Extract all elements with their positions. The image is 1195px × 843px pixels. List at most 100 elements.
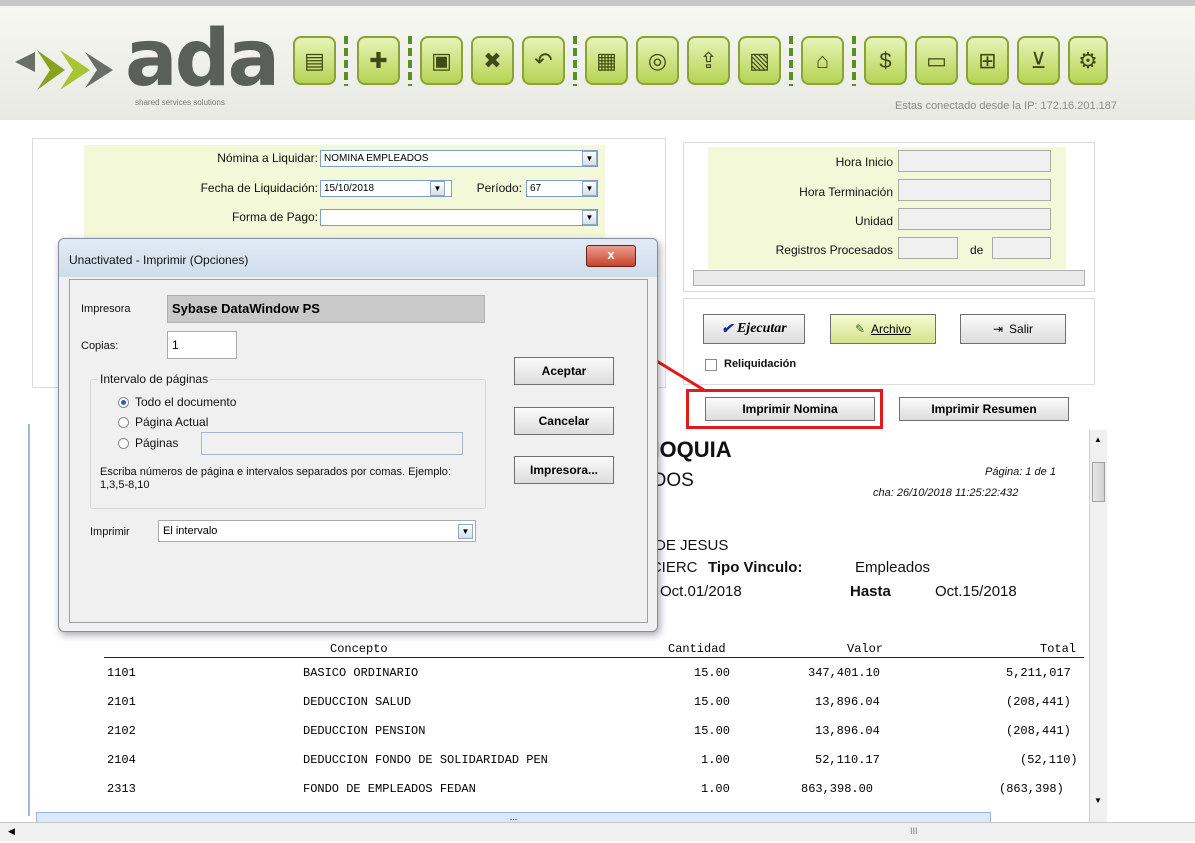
salir-button[interactable]: ⇥ Salir xyxy=(960,314,1066,344)
aceptar-button[interactable]: Aceptar xyxy=(514,357,614,385)
preview-icon[interactable]: ◎ xyxy=(636,36,679,85)
page-number: Página: 1 de 1 xyxy=(985,466,1056,478)
row-code: 2313 xyxy=(107,782,136,796)
row-valor: 52,110.17 xyxy=(815,753,880,767)
row-cantidad: 15.00 xyxy=(694,724,731,738)
desde-value: Oct.01/2018 xyxy=(660,583,742,600)
copias-input[interactable]: 1 xyxy=(167,331,237,359)
undo-icon[interactable]: ↶ xyxy=(522,36,565,85)
row-code: 2101 xyxy=(107,695,136,709)
row-valor: 347,401.10 xyxy=(808,666,881,680)
scroll-down-icon[interactable]: ▼ xyxy=(1094,796,1102,805)
chevron-down-icon[interactable]: ▼ xyxy=(582,151,597,166)
save-icon[interactable]: ▣ xyxy=(420,36,463,85)
registros-label: Registros Procesados xyxy=(775,243,893,257)
row-total: (863,398) xyxy=(999,782,1064,796)
header-concepto: Concepto xyxy=(330,642,388,656)
export-icon[interactable]: ⇪ xyxy=(687,36,730,85)
row-concepto: FONDO DE EMPLEADOS FEDAN xyxy=(303,782,476,796)
copias-label: Copias: xyxy=(81,340,119,352)
fecha-label: Fecha de Liquidación: xyxy=(200,181,318,195)
header-divider xyxy=(104,657,1084,658)
new-doc-icon[interactable]: ✚ xyxy=(357,36,400,85)
intervalo-label: Intervalo de páginas xyxy=(98,372,211,386)
archivo-button[interactable]: ✎ Archivo xyxy=(830,314,936,344)
check-icon: ✔ xyxy=(721,321,733,337)
row-concepto: BASICO ORDINARIO xyxy=(303,666,419,680)
edit-check-icon: ✎ xyxy=(854,322,866,336)
dialog-titlebar: Unactivated - Imprimir (Opciones) x xyxy=(59,239,657,277)
hora-inicio-label: Hora Inicio xyxy=(835,155,893,169)
imprimir-label: Imprimir xyxy=(90,526,130,538)
registros-total-field xyxy=(992,237,1051,259)
hora-inicio-field xyxy=(898,150,1051,172)
dialog-title: Unactivated - Imprimir (Opciones) xyxy=(69,253,249,267)
logo-tagline: shared services solutions xyxy=(135,98,225,107)
report-icon[interactable]: ▭ xyxy=(915,36,958,85)
hscroll-grip[interactable]: III xyxy=(910,826,918,836)
chevron-down-icon[interactable]: ▼ xyxy=(582,210,597,225)
impresora-field: Sybase DataWindow PS xyxy=(167,295,485,323)
imprimir-nomina-button[interactable]: Imprimir Nomina xyxy=(705,397,875,421)
grid-icon[interactable]: ⊞ xyxy=(966,36,1009,85)
ejecutar-label: Ejecutar xyxy=(736,321,787,336)
lock-icon[interactable]: ⌂ xyxy=(801,36,844,85)
ejecutar-button[interactable]: ✔ Ejecutar xyxy=(703,314,805,344)
money-bag-icon[interactable]: $ xyxy=(864,36,907,85)
nomina-label: Nómina a Liquidar: xyxy=(217,151,318,165)
chevron-down-icon[interactable]: ▼ xyxy=(582,181,597,196)
ada-logo: ada shared services solutions xyxy=(15,14,280,107)
row-cantidad: 15.00 xyxy=(694,695,731,709)
row-concepto: DEDUCCION PENSION xyxy=(303,724,426,738)
archivo-label: Archivo xyxy=(871,322,912,336)
toolbar-separator xyxy=(789,36,793,86)
imprimir-resumen-button[interactable]: Imprimir Resumen xyxy=(899,397,1069,421)
header-cantidad: Cantidad xyxy=(668,642,726,656)
toolbar-separator xyxy=(344,36,348,86)
actual-radio[interactable] xyxy=(118,417,129,428)
paginas-input[interactable] xyxy=(201,432,463,455)
settings-icon[interactable]: ⚙ xyxy=(1068,36,1108,85)
vertical-scrollbar[interactable]: ▲ ▼ xyxy=(1089,430,1107,822)
scroll-thumb[interactable] xyxy=(1092,462,1105,502)
row-cantidad: 1.00 xyxy=(701,782,730,796)
unidad-field xyxy=(898,208,1051,230)
impresora-button[interactable]: Impresora... xyxy=(514,456,614,484)
toolbar-separator xyxy=(852,36,856,86)
cancelar-button[interactable]: Cancelar xyxy=(514,407,614,435)
nomina-select[interactable]: NOMINA EMPLEADOS xyxy=(320,150,598,167)
folder-icon[interactable]: ▤ xyxy=(293,36,336,85)
toolbar-separator xyxy=(573,36,577,86)
hora-terminacion-field xyxy=(898,179,1051,201)
salir-label: Salir xyxy=(1009,322,1034,336)
cart-icon[interactable]: ⊻ xyxy=(1017,36,1060,85)
close-icon[interactable]: x xyxy=(586,245,636,267)
calendar-dropdown-icon[interactable]: ▼ xyxy=(430,181,445,196)
hora-terminacion-label: Hora Terminación xyxy=(799,185,893,199)
scroll-left-icon[interactable]: ◀ xyxy=(8,826,15,837)
reliquidacion-label: Reliquidación xyxy=(724,358,797,370)
forma-pago-select[interactable] xyxy=(320,209,598,226)
scroll-up-icon[interactable]: ▲ xyxy=(1094,435,1102,444)
print-options-dialog: Unactivated - Imprimir (Opciones) x Impr… xyxy=(58,238,658,632)
logo-arrows-icon xyxy=(15,50,113,90)
paginas-radio[interactable] xyxy=(118,438,129,449)
ip-status: Estas conectado desde la IP: 172.16.201.… xyxy=(895,100,1117,112)
row-total: 5,211,017 xyxy=(1006,666,1071,680)
box-icon[interactable]: ▧ xyxy=(738,36,781,85)
pages-help-text: Escriba números de página e intervalos s… xyxy=(100,466,451,491)
hasta-value: Oct.15/2018 xyxy=(935,583,1017,600)
tipo-label: Tipo Vinculo: xyxy=(708,559,803,576)
row-concepto: DEDUCCION FONDO DE SOLIDARIDAD PEN xyxy=(303,753,548,767)
header-valor: Valor xyxy=(847,642,884,656)
horizontal-scrollbar[interactable]: ◀ III xyxy=(0,822,1195,841)
imprimir-select[interactable]: El intervalo xyxy=(158,520,476,542)
delete-icon[interactable]: ✖ xyxy=(471,36,514,85)
header-total: Total xyxy=(1040,642,1077,656)
row-valor: 13,896.04 xyxy=(815,695,880,709)
tipo-value: Empleados xyxy=(855,559,931,576)
todo-radio[interactable] xyxy=(118,397,129,408)
report-date: cha: 26/10/2018 11:25:22:432 xyxy=(873,487,1019,499)
print-icon[interactable]: ▦ xyxy=(585,36,628,85)
chevron-down-icon[interactable]: ▼ xyxy=(458,524,473,539)
